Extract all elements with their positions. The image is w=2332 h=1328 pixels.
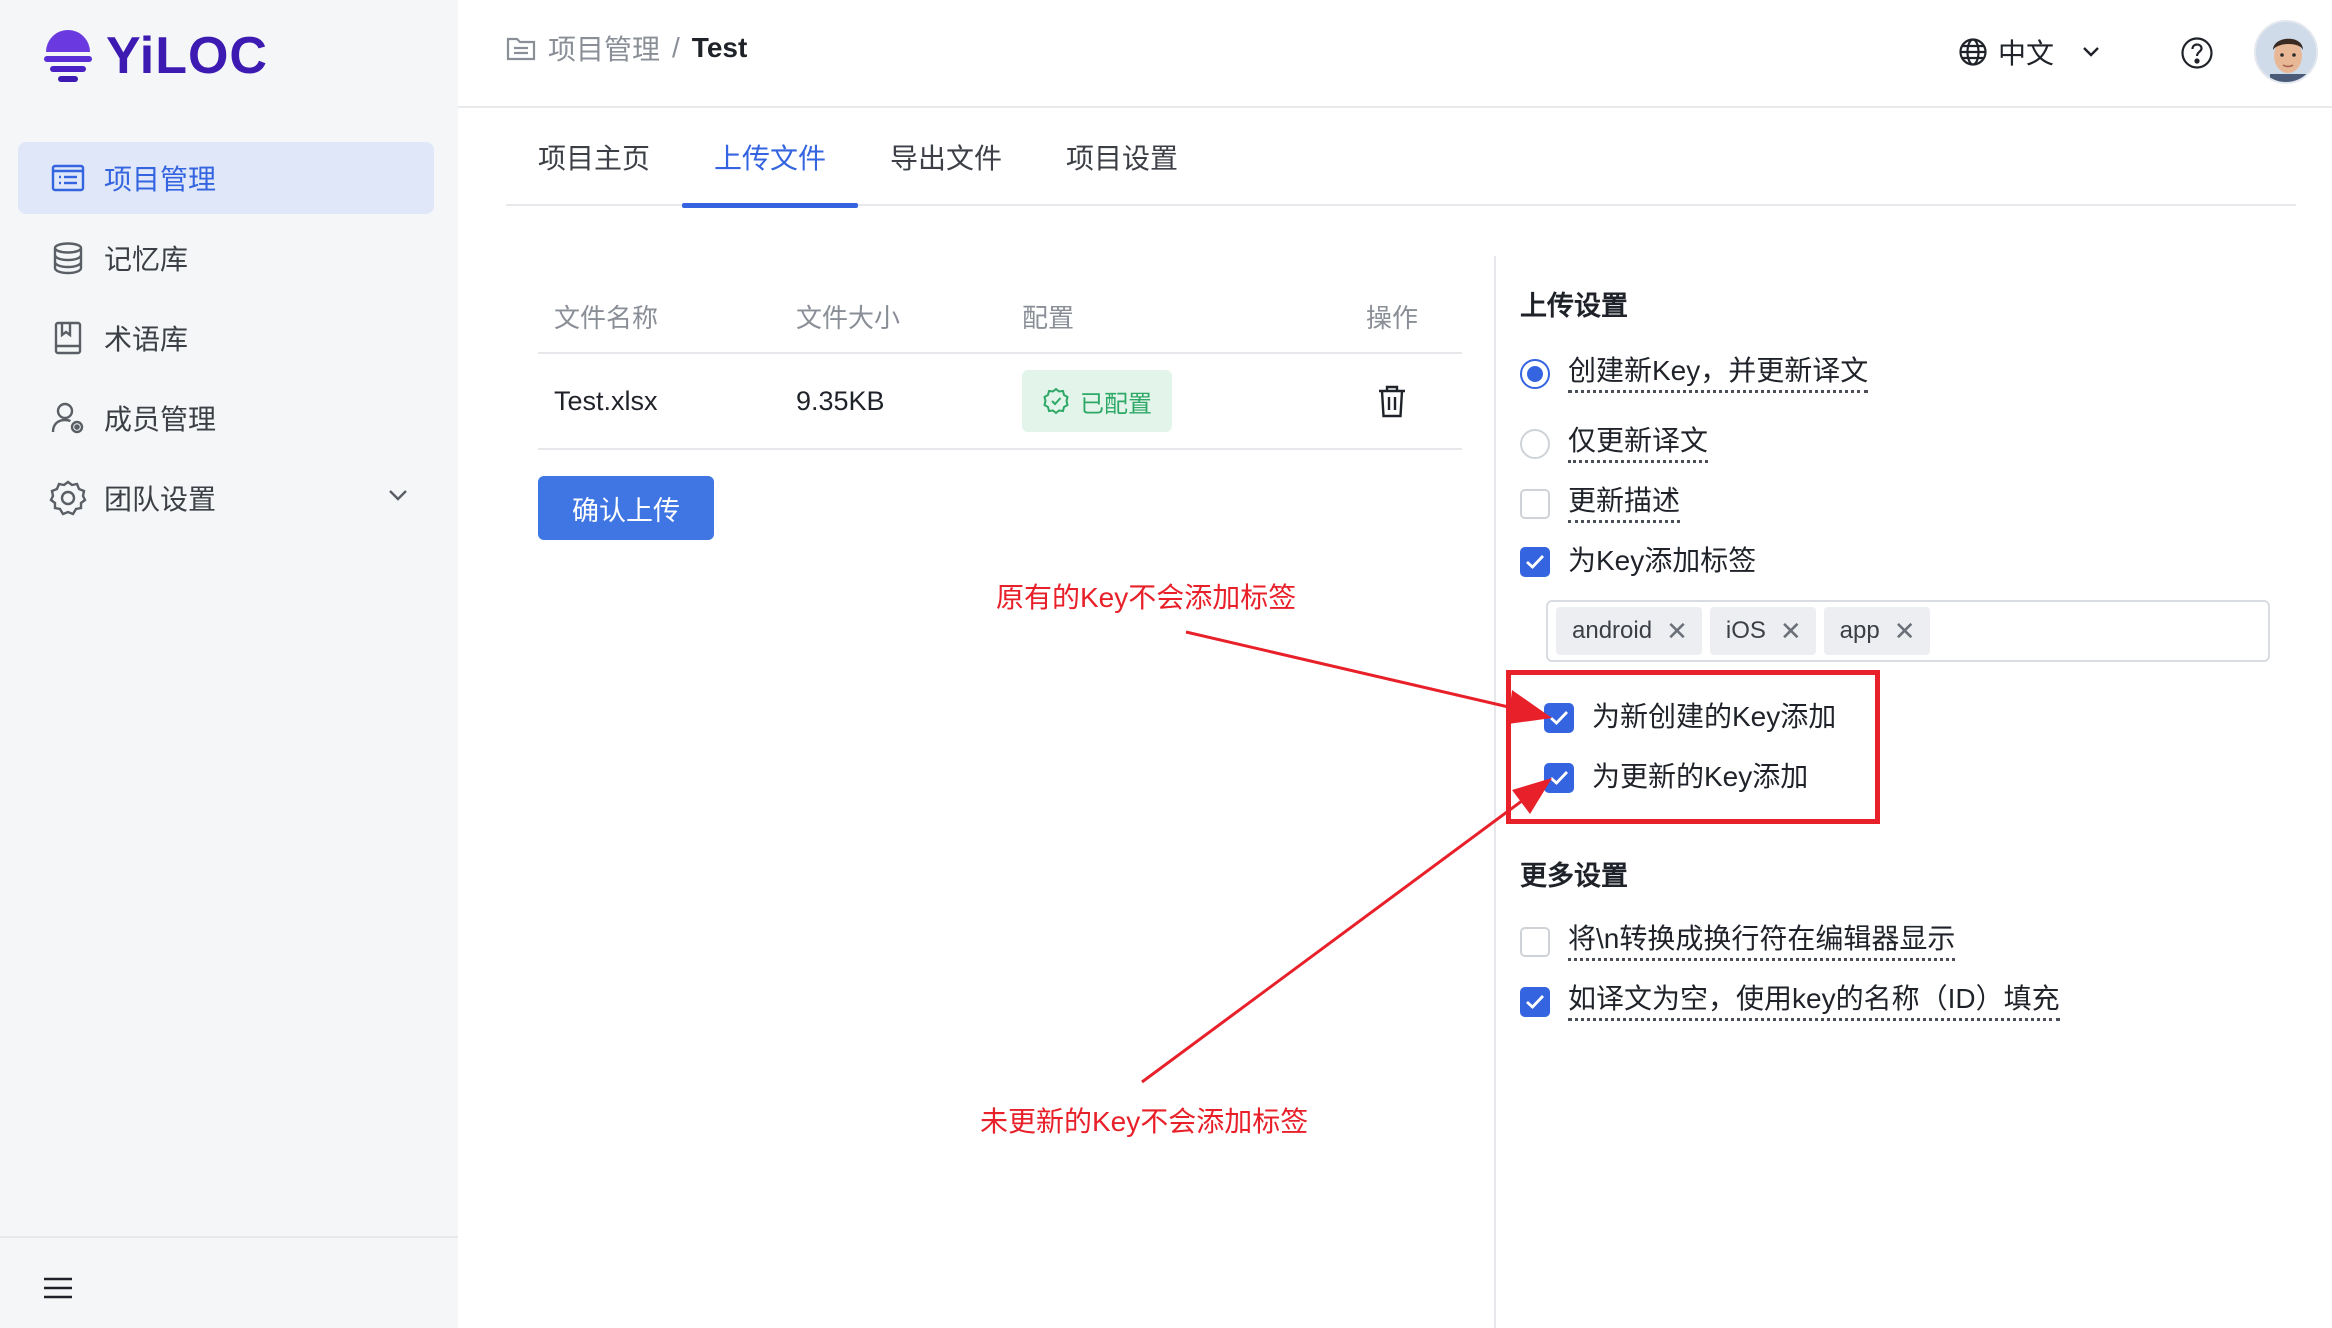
config-gear-icon (1042, 387, 1080, 415)
close-icon[interactable]: ✕ (1666, 618, 1688, 644)
chevron-down-icon (2080, 41, 2102, 63)
sidebar: YiLOC 项目管理 记忆库 术语库 成员管理 团队设置 (0, 0, 458, 1328)
globe-icon (1958, 37, 1988, 67)
breadcrumb-separator: / (672, 32, 680, 63)
annotation-arrow-bottom (1141, 790, 1535, 1084)
file-name: Test.xlsx (554, 385, 658, 416)
sidebar-item-terminology[interactable]: 术语库 (18, 302, 434, 374)
tag-chip: app ✕ (1823, 607, 1930, 655)
checkbox-unchecked[interactable] (1520, 926, 1550, 957)
radio-update-only-label: 仅更新译文 (1568, 424, 1709, 463)
breadcrumb: 项目管理 / Test (506, 28, 747, 68)
folder-icon (506, 35, 536, 61)
checkbox-unchecked[interactable] (1520, 488, 1550, 519)
tag-chip: android ✕ (1556, 607, 1702, 655)
trash-icon[interactable] (1377, 384, 1407, 418)
sidebar-item-memory[interactable]: 记忆库 (18, 222, 434, 294)
panel-divider (1494, 256, 1496, 1328)
menu-toggle-icon[interactable] (44, 1276, 72, 1305)
checkbox-add-tags[interactable]: 为Key添加标签 (1520, 544, 1756, 580)
tag-label: iOS (1725, 617, 1766, 644)
radio-create-key[interactable]: 创建新Key，并更新译文 (1520, 354, 1869, 393)
tab-upload-file[interactable]: 上传文件 (682, 108, 859, 208)
action-cell (1322, 384, 1462, 418)
tag-label: app (1839, 617, 1880, 644)
tab-project-settings[interactable]: 项目设置 (1034, 108, 1210, 206)
sidebar-nav: 项目管理 记忆库 术语库 成员管理 团队设置 (18, 142, 434, 542)
tag-chip: iOS ✕ (1709, 607, 1816, 655)
more-settings-title: 更多设置 (1520, 861, 1628, 891)
checkbox-add-tags-label: 为Key添加标签 (1568, 545, 1757, 576)
annotation-arrow-top (1185, 630, 1531, 714)
sidebar-item-label: 团队设置 (104, 484, 217, 515)
brand-name: YiLOC (106, 27, 268, 85)
file-size: 9.35KB (796, 385, 885, 416)
sidebar-item-members[interactable]: 成员管理 (18, 382, 434, 454)
column-header-name: 文件名称 (554, 302, 659, 333)
gear-icon (48, 478, 88, 518)
tag-label: android (1572, 617, 1653, 644)
tab-project-home[interactable]: 项目主页 (506, 108, 682, 206)
sidebar-item-label: 项目管理 (104, 164, 217, 195)
checkbox-checked[interactable] (1520, 986, 1550, 1017)
close-icon[interactable]: ✕ (1894, 618, 1916, 644)
checkbox-update-description-label: 更新描述 (1568, 484, 1681, 523)
annotation-top: 原有的Key不会添加标签 (996, 582, 1297, 613)
project-tabs: 项目主页 上传文件 导出文件 项目设置 (506, 108, 2296, 208)
language-selector[interactable]: 中文 (1958, 32, 2102, 72)
sidebar-item-label: 成员管理 (104, 404, 217, 435)
breadcrumb-parent[interactable]: 项目管理 (548, 28, 660, 68)
project-list-icon (48, 158, 88, 198)
checkbox-newline-convert-label: 将\n转换成换行符在编辑器显示 (1568, 922, 1956, 961)
checkbox-fill-empty-label: 如译文为空，使用key的名称（ID）填充 (1568, 982, 2060, 1021)
annotation-highlight-box (1506, 670, 1880, 824)
close-icon[interactable]: ✕ (1780, 618, 1802, 644)
book-icon (48, 318, 88, 358)
database-icon (48, 238, 88, 278)
checkbox-fill-empty[interactable]: 如译文为空，使用key的名称（ID）填充 (1520, 982, 2060, 1021)
column-header-config: 配置 (1022, 302, 1075, 333)
checkbox-update-description[interactable]: 更新描述 (1520, 484, 1681, 523)
annotation-bottom: 未更新的Key不会添加标签 (980, 1106, 1309, 1137)
config-status-label: 已配置 (1080, 390, 1152, 418)
radio-button-checked[interactable] (1520, 358, 1550, 389)
sidebar-item-team-settings[interactable]: 团队设置 (18, 462, 434, 534)
file-table: 文件名称 文件大小 配置 操作 Test.xlsx 9.35KB 已配置 (538, 280, 1462, 450)
checkbox-checked[interactable] (1520, 547, 1550, 577)
top-header: 项目管理 / Test 中文 (458, 0, 2332, 108)
table-row: Test.xlsx 9.35KB 已配置 (538, 354, 1462, 450)
logo-icon (42, 26, 94, 86)
user-avatar[interactable] (2254, 20, 2318, 84)
radio-update-only[interactable]: 仅更新译文 (1520, 424, 1709, 463)
tag-input[interactable]: android ✕ iOS ✕ app ✕ (1546, 600, 2270, 662)
radio-button-unchecked[interactable] (1520, 428, 1550, 459)
sidebar-item-label: 记忆库 (104, 244, 189, 275)
config-status-badge[interactable]: 已配置 (1022, 370, 1172, 432)
language-label: 中文 (1998, 38, 2055, 69)
breadcrumb-current: Test (691, 32, 748, 63)
column-header-size: 文件大小 (796, 302, 901, 333)
checkbox-newline-convert[interactable]: 将\n转换成换行符在编辑器显示 (1520, 922, 1956, 961)
radio-create-key-label: 创建新Key，并更新译文 (1568, 354, 1869, 393)
sidebar-footer (0, 1236, 458, 1328)
confirm-upload-button[interactable]: 确认上传 (538, 476, 714, 540)
table-header: 文件名称 文件大小 配置 操作 (538, 280, 1462, 354)
tab-export-file[interactable]: 导出文件 (858, 108, 1034, 206)
help-icon[interactable] (2180, 36, 2214, 75)
chevron-down-icon[interactable] (386, 482, 410, 514)
sidebar-item-project-management[interactable]: 项目管理 (18, 142, 434, 214)
config-cell: 已配置 (1006, 370, 1322, 432)
sidebar-item-label: 术语库 (104, 324, 189, 355)
upload-settings-title: 上传设置 (1520, 291, 1628, 321)
member-settings-icon (48, 398, 88, 438)
column-header-action: 操作 (1365, 302, 1418, 333)
logo[interactable]: YiLOC (42, 24, 268, 88)
